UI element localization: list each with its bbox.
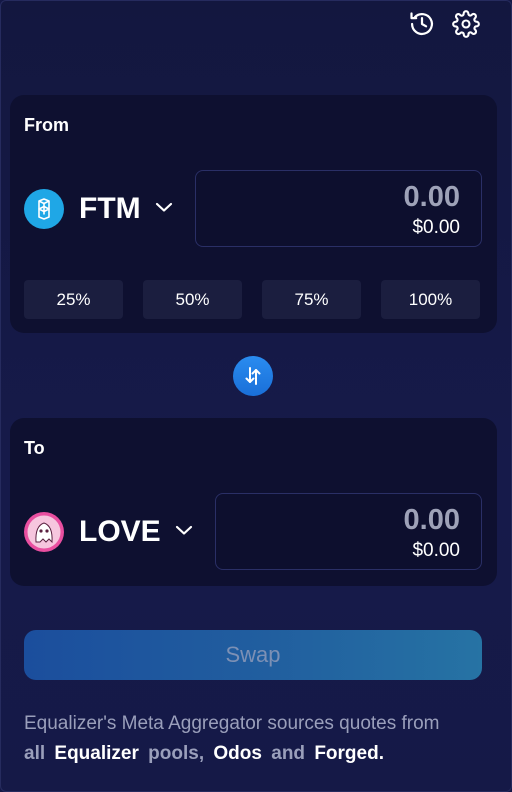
from-panel: From FTM 0.00 $0.00 25% 50% 75% 100%: [10, 95, 497, 333]
swap-widget: From FTM 0.00 $0.00 25% 50% 75% 100% To …: [0, 0, 512, 792]
footer-and: and: [271, 743, 306, 764]
footer-odos: Odos: [213, 743, 262, 764]
from-amount-usd: $0.00: [412, 217, 460, 238]
from-label: From: [24, 115, 69, 135]
from-token-symbol: FTM: [79, 192, 141, 225]
from-amount-field[interactable]: 0.00 $0.00: [195, 170, 482, 247]
ftm-logo-icon: [24, 189, 64, 229]
percent-25-button[interactable]: 25%: [24, 280, 123, 319]
chevron-down-icon: [155, 200, 173, 218]
swap-button[interactable]: Swap: [24, 630, 482, 680]
footer-line2: all Equalizer pools, Odos and Forged.: [24, 739, 494, 769]
switch-tokens-button[interactable]: [233, 356, 273, 396]
to-amount-value: 0.00: [403, 504, 460, 536]
footer-pools: pools,: [148, 743, 205, 764]
header-actions: [407, 9, 481, 39]
to-label: To: [24, 438, 45, 458]
to-panel: To LOVE 0.00 $0.00: [10, 418, 497, 586]
from-token-selector[interactable]: FTM: [24, 189, 173, 229]
history-icon[interactable]: [407, 9, 437, 39]
percent-50-button[interactable]: 50%: [143, 280, 242, 319]
gear-icon[interactable]: [451, 9, 481, 39]
percent-100-button[interactable]: 100%: [381, 280, 480, 319]
percent-buttons: 25% 50% 75% 100%: [24, 280, 480, 319]
to-token-selector[interactable]: LOVE: [24, 512, 193, 552]
from-amount-value: 0.00: [403, 181, 460, 213]
footer-line1: Equalizer's Meta Aggregator sources quot…: [24, 713, 440, 734]
to-amount-field[interactable]: 0.00 $0.00: [215, 493, 482, 570]
swap-arrows-icon: [245, 367, 261, 385]
footer-note: Equalizer's Meta Aggregator sources quot…: [24, 709, 494, 769]
footer-all: all: [24, 743, 46, 764]
to-token-symbol: LOVE: [79, 515, 161, 548]
percent-75-button[interactable]: 75%: [262, 280, 361, 319]
footer-equalizer: Equalizer: [54, 743, 139, 764]
footer-forged: Forged.: [314, 743, 384, 764]
chevron-down-icon: [175, 523, 193, 541]
love-logo-icon: [24, 512, 64, 552]
to-amount-usd: $0.00: [412, 540, 460, 561]
